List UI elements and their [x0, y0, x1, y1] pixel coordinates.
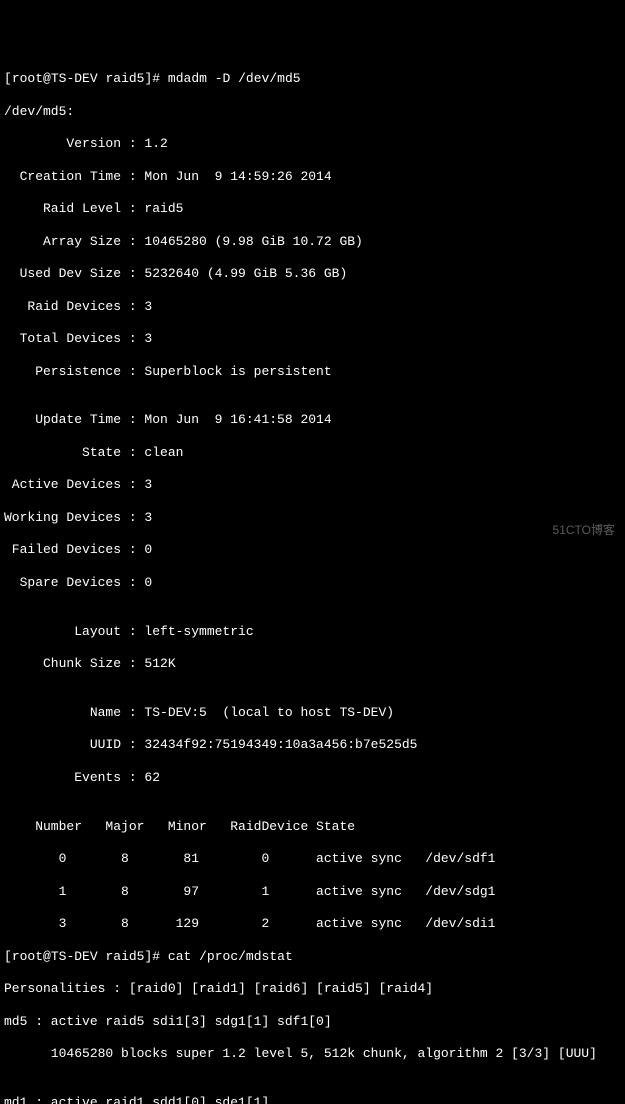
prompt-host: TS-DEV [51, 71, 98, 86]
prompt-symbol: # [152, 949, 160, 964]
prompt-cwd: raid5 [105, 71, 144, 86]
field-used-dev-size: Used Dev Size : 5232640 (4.99 GiB 5.36 G… [4, 266, 621, 282]
at-sign: @ [43, 949, 51, 964]
table-row: 3 8 129 2 active sync /dev/sdi1 [4, 916, 621, 932]
table-row: 1 8 97 1 active sync /dev/sdg1 [4, 884, 621, 900]
at-sign: @ [43, 71, 51, 86]
field-version: Version : 1.2 [4, 136, 621, 152]
prompt-line-1[interactable]: [root@TS-DEV raid5]# mdadm -D /dev/md5 [4, 71, 621, 87]
prompt-suffix: ] [144, 949, 152, 964]
field-update-time: Update Time : Mon Jun 9 16:41:58 2014 [4, 412, 621, 428]
prompt-prefix: [ [4, 949, 12, 964]
field-array-size: Array Size : 10465280 (9.98 GiB 10.72 GB… [4, 234, 621, 250]
mdstat-md5-blocks: 10465280 blocks super 1.2 level 5, 512k … [4, 1046, 621, 1062]
field-total-devices: Total Devices : 3 [4, 331, 621, 347]
field-chunk-size: Chunk Size : 512K [4, 656, 621, 672]
mdstat-personalities: Personalities : [raid0] [raid1] [raid6] … [4, 981, 621, 997]
prompt-cwd: raid5 [105, 949, 144, 964]
field-active-devices: Active Devices : 3 [4, 477, 621, 493]
table-row: 0 8 81 0 active sync /dev/sdf1 [4, 851, 621, 867]
field-uuid: UUID : 32434f92:75194349:10a3a456:b7e525… [4, 737, 621, 753]
device-table-header: Number Major Minor RaidDevice State [4, 819, 621, 835]
mdstat-md1-devs: md1 : active raid1 sdd1[0] sde1[1] [4, 1095, 621, 1104]
field-raid-level: Raid Level : raid5 [4, 201, 621, 217]
field-events: Events : 62 [4, 770, 621, 786]
prompt-user: root [12, 71, 43, 86]
field-layout: Layout : left-symmetric [4, 624, 621, 640]
field-creation-time: Creation Time : Mon Jun 9 14:59:26 2014 [4, 169, 621, 185]
mdstat-md5-devs: md5 : active raid5 sdi1[3] sdg1[1] sdf1[… [4, 1014, 621, 1030]
device-header: /dev/md5: [4, 104, 621, 120]
field-persistence: Persistence : Superblock is persistent [4, 364, 621, 380]
field-raid-devices: Raid Devices : 3 [4, 299, 621, 315]
command-text: cat /proc/mdstat [168, 949, 293, 964]
field-name: Name : TS-DEV:5 (local to host TS-DEV) [4, 705, 621, 721]
field-state: State : clean [4, 445, 621, 461]
field-failed-devices: Failed Devices : 0 [4, 542, 621, 558]
prompt-symbol: # [152, 71, 160, 86]
prompt-user: root [12, 949, 43, 964]
field-working-devices: Working Devices : 3 [4, 510, 621, 526]
field-spare-devices: Spare Devices : 0 [4, 575, 621, 591]
prompt-prefix: [ [4, 71, 12, 86]
prompt-line-2[interactable]: [root@TS-DEV raid5]# cat /proc/mdstat [4, 949, 621, 965]
prompt-host: TS-DEV [51, 949, 98, 964]
command-text: mdadm -D /dev/md5 [168, 71, 301, 86]
watermark: 51CTO博客 [553, 523, 615, 538]
